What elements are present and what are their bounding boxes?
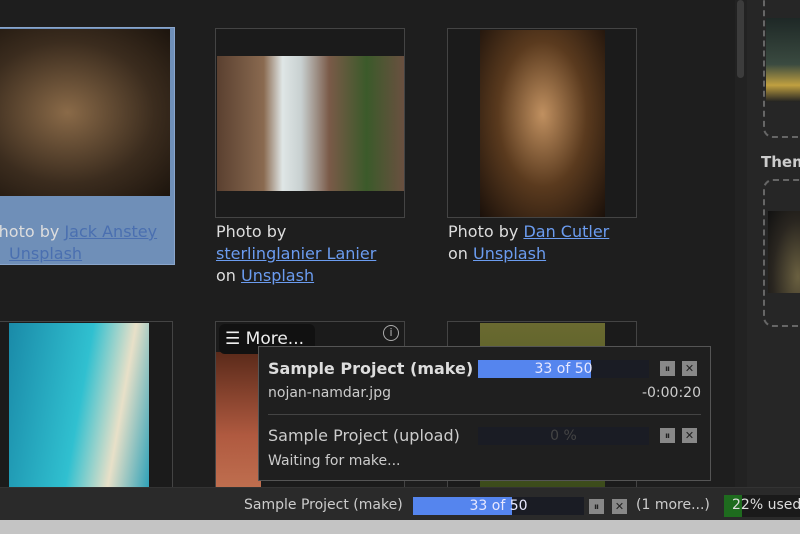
job-status: Waiting for make...	[268, 453, 401, 469]
job-progress-bar: 33 of 50	[478, 360, 649, 378]
status-bar: Sample Project (make) 33 of 50 ⏸ ✕ (1 mo…	[0, 487, 800, 520]
info-icon[interactable]: i	[383, 325, 399, 341]
photo-tile-3[interactable]	[447, 28, 637, 218]
photo-caption: Photo by Jack Anstey Unsplash	[0, 222, 158, 263]
divider	[268, 414, 701, 415]
disk-usage: 22% used	[724, 495, 800, 517]
photo-red	[216, 352, 261, 492]
site-link[interactable]: Unsplash	[9, 244, 82, 263]
pause-button[interactable]: ⏸	[660, 428, 675, 443]
author-link[interactable]: Jack Anstey	[64, 222, 157, 241]
photo-canyon	[0, 29, 170, 196]
photo-tile-1[interactable]: Photo by Jack Anstey Unsplash	[0, 27, 175, 265]
photo-caption: Photo by Dan Cutler on Unsplash	[448, 222, 610, 263]
photo-zebra	[480, 30, 605, 217]
more-jobs-link[interactable]: (1 more...)	[636, 497, 710, 513]
hamburger-icon: ☰	[225, 329, 241, 349]
site-link[interactable]: Unsplash	[241, 266, 314, 285]
scrollbar-track[interactable]	[735, 0, 747, 487]
status-job-title[interactable]: Sample Project (make)	[244, 497, 403, 513]
photo-caption: Photo by sterlinglanier Lanier on Unspla…	[216, 222, 377, 285]
jobs-popup: Sample Project (make) 33 of 50 ⏸ ✕ nojan…	[258, 346, 711, 481]
theme-card-2[interactable]	[763, 179, 800, 327]
author-link[interactable]: Dan Cutler	[523, 222, 609, 241]
job-time-remaining: -0:00:20	[641, 385, 701, 401]
job-title: Sample Project (upload)	[268, 426, 460, 445]
cancel-button[interactable]: ✕	[682, 361, 697, 376]
site-link[interactable]: Unsplash	[473, 244, 546, 263]
photo-lagoon	[9, 323, 149, 493]
job-file: nojan-namdar.jpg	[268, 385, 391, 401]
side-panel: Them	[747, 0, 800, 487]
scrollbar-thumb[interactable]	[737, 0, 744, 78]
author-link[interactable]: sterlinglanier Lanier	[216, 244, 376, 263]
pause-button[interactable]: ⏸	[589, 499, 604, 514]
job-title: Sample Project (make)	[268, 359, 474, 378]
side-panel-heading: Them	[761, 153, 800, 171]
job-progress-bar: 0 %	[478, 427, 649, 445]
photo-tile-4[interactable]	[0, 321, 173, 501]
photo-tile-2[interactable]	[215, 28, 405, 218]
cancel-button[interactable]: ✕	[682, 428, 697, 443]
theme-card-1[interactable]	[763, 0, 800, 138]
window-bottom	[0, 520, 800, 534]
photo-waterfall	[217, 56, 404, 191]
pause-button[interactable]: ⏸	[660, 361, 675, 376]
status-progress-bar[interactable]: 33 of 50	[413, 497, 584, 515]
cancel-button[interactable]: ✕	[612, 499, 627, 514]
